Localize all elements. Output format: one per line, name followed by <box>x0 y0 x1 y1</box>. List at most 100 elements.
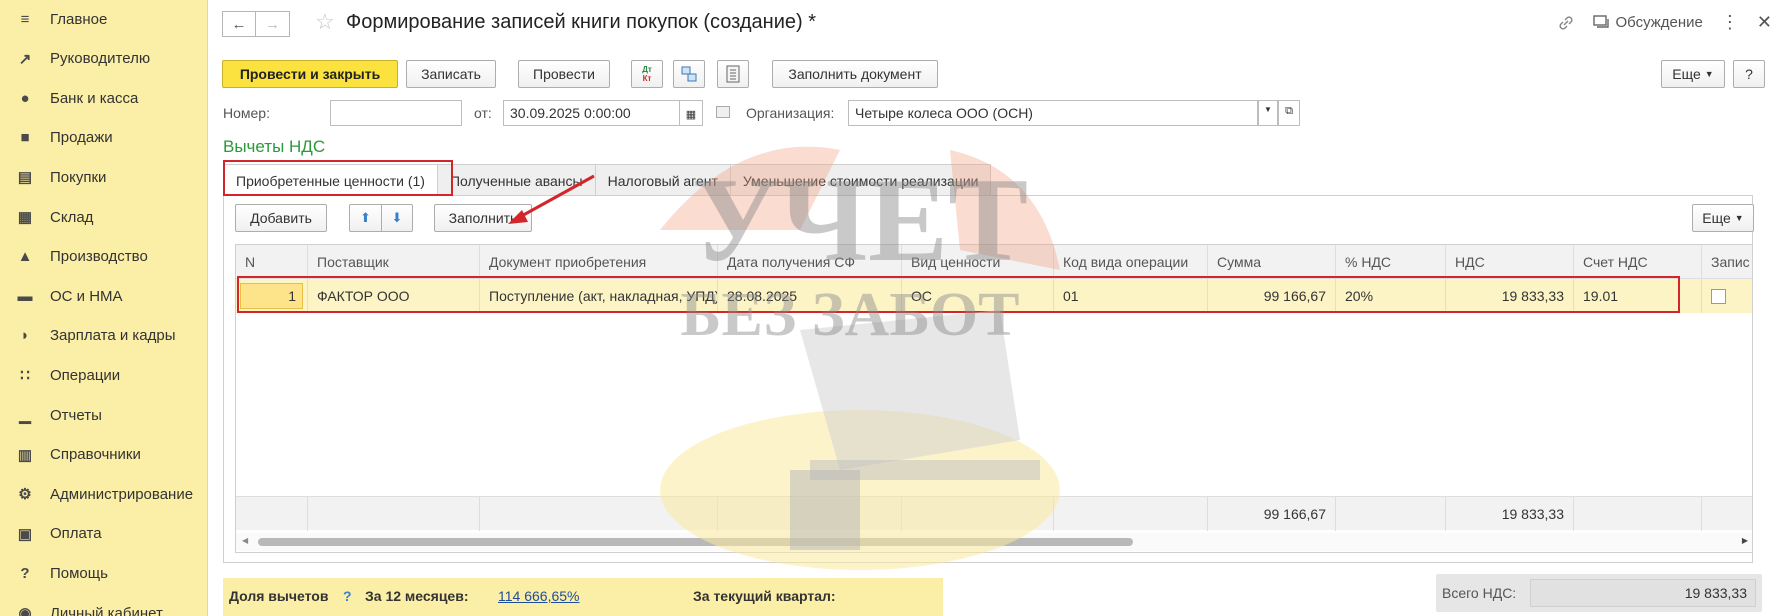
recorded-checkbox[interactable] <box>1711 288 1726 304</box>
table-cell-kind[interactable]: ОС <box>902 279 1054 313</box>
book-icon: ▥ <box>17 446 33 464</box>
wallet-icon: ▣ <box>17 525 33 543</box>
column-header[interactable]: Запис <box>1702 245 1752 279</box>
months-value-link[interactable]: 114 666,65% <box>498 588 579 604</box>
tab-1[interactable]: Приобретенные ценности (1) <box>223 164 438 196</box>
column-header[interactable]: НДС <box>1446 245 1574 279</box>
number-label: Номер: <box>223 105 270 121</box>
table-row[interactable]: 1 ФАКТОР ООО Поступление (акт, накладная, … <box>236 279 1752 313</box>
table-cell-vat-account[interactable]: 19.01 <box>1574 279 1702 313</box>
footer-cell <box>480 497 718 531</box>
scroll-left-icon[interactable]: ◀ <box>242 536 248 545</box>
more-button[interactable]: Еще ▼ <box>1661 60 1725 88</box>
page-title: Формирование записей книги покупок (созд… <box>346 11 817 33</box>
coin-icon: ● <box>20 89 30 107</box>
sidebar-item-11[interactable]: ▁ Отчеты <box>0 396 208 434</box>
sidebar-item-13[interactable]: ⚙ Администрирование <box>0 475 208 513</box>
row-number[interactable]: 1 <box>240 283 303 309</box>
organization-input[interactable]: Четыре колеса ООО (ОСН) <box>848 100 1258 126</box>
org-open-button[interactable]: ⧉ <box>1278 100 1300 126</box>
title-bar: ← → ☆ Формирование записей книги покупок… <box>208 0 1786 46</box>
kebab-menu-icon[interactable]: ⋮ <box>1721 12 1739 33</box>
help-button[interactable]: ? <box>1733 60 1765 88</box>
column-header[interactable]: Вид ценности <box>902 245 1054 279</box>
close-icon[interactable]: ✕ <box>1757 12 1772 33</box>
total-vat-value: 19 833,33 <box>1530 579 1756 607</box>
sidebar-item-5[interactable]: ▤ Покупки <box>0 158 208 196</box>
table-cell-date[interactable]: 28.08.2025 <box>718 279 902 313</box>
sidebar-item-16[interactable]: ◉ Личный кабинет <box>0 594 208 616</box>
chevron-down-icon: ▼ <box>1264 105 1272 114</box>
sidebar-item-15[interactable]: ? Помощь <box>0 554 208 592</box>
sidebar-item-6[interactable]: ▦ Склад <box>0 198 208 236</box>
save-button[interactable]: Записать <box>406 60 496 88</box>
panel-more-label: Еще <box>1702 210 1731 226</box>
favorite-star-icon[interactable]: ☆ <box>315 9 335 35</box>
sidebar-item-14[interactable]: ▣ Оплата <box>0 515 208 553</box>
column-header[interactable]: Счет НДС <box>1574 245 1702 279</box>
table-cell-n[interactable]: 1 <box>236 279 308 313</box>
total-vat-label: Всего НДС: <box>1442 585 1517 601</box>
scroll-thumb[interactable] <box>258 538 1133 546</box>
column-header[interactable]: Дата получения СФ <box>718 245 902 279</box>
chat-icon <box>1592 15 1609 28</box>
column-header[interactable]: N <box>236 245 308 279</box>
column-header[interactable]: % НДС <box>1336 245 1446 279</box>
chevron-down-icon: ▼ <box>1734 213 1744 223</box>
table-cell-supplier[interactable]: ФАКТОР ООО <box>308 279 480 313</box>
horizontal-scrollbar[interactable]: ◀ ▶ <box>236 533 1752 551</box>
sidebar-item-2[interactable]: ↗ Руководителю <box>0 40 208 78</box>
link-icon[interactable] <box>1557 14 1575 32</box>
open-icon: ⧉ <box>1285 105 1293 117</box>
sidebar-item-8[interactable]: ▬ ОС и НМА <box>0 277 208 315</box>
forward-button[interactable]: → <box>256 11 290 37</box>
number-input[interactable] <box>330 100 462 126</box>
sidebar-item-3[interactable]: ● Банк и касса <box>0 79 208 117</box>
structure-icon <box>681 66 697 82</box>
acquired-values-table: N Поставщик Документ приобретения Дата полу… <box>235 244 1753 553</box>
panel-more-button[interactable]: Еще ▼ <box>1692 204 1754 232</box>
dt-kt-button[interactable]: Дт Кт <box>631 60 663 88</box>
question-icon: ? <box>20 564 30 582</box>
table-cell-vat-rate[interactable]: 20% <box>1336 279 1446 313</box>
structure-button[interactable] <box>673 60 705 88</box>
date-input[interactable]: 30.09.2025 0:00:00 <box>503 100 679 126</box>
back-button[interactable]: ← <box>222 11 256 37</box>
sidebar-item-4[interactable]: ■ Продажи <box>0 119 208 157</box>
table-cell-op-code[interactable]: 01 <box>1054 279 1208 313</box>
post-and-close-button[interactable]: Провести и закрыть <box>222 60 398 88</box>
months-label: За 12 месяцев: <box>365 588 469 604</box>
fill-document-button[interactable]: Заполнить документ <box>772 60 938 88</box>
column-header[interactable]: Код вида операции <box>1054 245 1208 279</box>
move-up-button[interactable]: ⬆ <box>349 204 381 232</box>
add-button[interactable]: Добавить <box>235 204 327 232</box>
post-button[interactable]: Провести <box>518 60 610 88</box>
calendar-button[interactable]: ▦ <box>679 100 703 126</box>
table-cell-document[interactable]: Поступление (акт, накладная, УПД) <box>480 279 718 313</box>
table-cell-vat[interactable]: 19 833,33 <box>1446 279 1574 313</box>
org-list-icon[interactable] <box>716 106 730 118</box>
sidebar-item-12[interactable]: ▥ Справочники <box>0 436 208 474</box>
org-dropdown-button[interactable]: ▼ <box>1258 100 1278 126</box>
tab-3[interactable]: Налоговый агент <box>595 164 731 196</box>
move-down-button[interactable]: ⬇ <box>381 204 413 232</box>
footer-cell <box>902 497 1054 531</box>
gear-icon: ⚙ <box>18 486 32 504</box>
sidebar-item-7[interactable]: ▲ Производство <box>0 238 208 276</box>
factory-icon: ▲ <box>17 248 33 266</box>
table-cell-sum[interactable]: 99 166,67 <box>1208 279 1336 313</box>
sidebar-item-1[interactable]: ≡ Главное <box>0 0 208 38</box>
column-header[interactable]: Поставщик <box>308 245 480 279</box>
column-header[interactable]: Сумма <box>1208 245 1336 279</box>
calendar-icon: ▦ <box>685 109 697 121</box>
share-help-icon[interactable]: ? <box>343 588 352 604</box>
sidebar-item-label: Руководителю <box>50 50 151 68</box>
scroll-right-icon[interactable]: ▶ <box>1742 536 1748 545</box>
tab-4[interactable]: Уменьшение стоимости реализации <box>730 164 992 196</box>
sidebar-item-10[interactable]: ∷ Операции <box>0 356 208 394</box>
sidebar-item-9[interactable]: ◗ Зарплата и кадры <box>0 317 208 355</box>
discussion-button[interactable]: Обсуждение <box>1592 14 1703 31</box>
column-header[interactable]: Документ приобретения <box>480 245 718 279</box>
table-cell-recorded[interactable] <box>1702 279 1752 313</box>
print-button[interactable] <box>717 60 749 88</box>
